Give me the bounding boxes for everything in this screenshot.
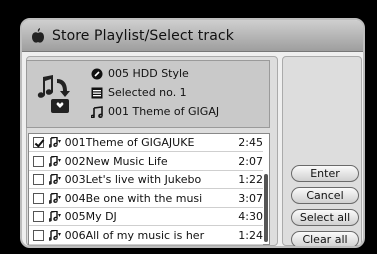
track-duration: 1:22 — [238, 173, 263, 186]
button-panel: Enter Cancel Select all Clear all — [282, 56, 362, 246]
track-number: 001 — [64, 136, 86, 149]
select-all-button[interactable]: Select all — [291, 209, 359, 226]
title-bar: Store Playlist/Select track — [22, 20, 363, 52]
track-list[interactable]: 001 Theme of GIGAJUKE 2:45 002 New Music Lif… — [28, 133, 270, 245]
track-row[interactable]: 003 Let's live with Jukebo 1:22 — [29, 171, 263, 189]
track-duration: 3:07 — [238, 191, 263, 205]
selected-count-line: Selected no. 1 — [91, 86, 187, 99]
track-row[interactable]: 006 All of my music is her 1:24 — [29, 226, 263, 245]
dialog-title: Store Playlist/Select track — [52, 27, 234, 44]
clear-all-button[interactable]: Clear all — [291, 231, 359, 246]
music-note-icon — [48, 137, 61, 149]
track-name: My DJ — [85, 210, 117, 223]
track-duration: 2:07 — [238, 154, 263, 168]
track-checkbox[interactable] — [33, 229, 44, 241]
music-note-icon — [48, 155, 61, 167]
track-row[interactable]: 002 New Music Life 2:07 — [29, 152, 263, 171]
track-checkbox[interactable] — [33, 211, 44, 222]
track-checkbox[interactable] — [33, 137, 44, 148]
track-checkbox[interactable] — [33, 155, 44, 167]
track-name: Be one with the musi — [85, 191, 203, 205]
playlist-name-line: 005 HDD Style — [91, 67, 189, 80]
disc-icon — [91, 68, 103, 80]
track-name: Theme of GIGAJUKE — [85, 136, 195, 149]
track-row[interactable]: 004 Be one with the musi 3:07 — [29, 189, 263, 208]
track-number: 002 — [64, 154, 86, 168]
apple-icon — [30, 27, 46, 45]
playlist-name: 005 HDD Style — [108, 67, 189, 80]
track-number: 006 — [64, 228, 86, 242]
list-icon — [91, 87, 103, 99]
music-note-icon — [91, 105, 103, 118]
selected-count: Selected no. 1 — [108, 86, 187, 99]
track-row[interactable]: 001 Theme of GIGAJUKE 2:45 — [29, 134, 263, 152]
music-note-icon — [48, 229, 61, 241]
current-track-line: 001 Theme of GIGAJ — [91, 105, 219, 118]
track-name: Let's live with Jukebo — [85, 173, 202, 186]
current-track: 001 Theme of GIGAJ — [108, 105, 220, 118]
track-name: New Music Life — [85, 154, 168, 168]
track-number: 005 — [64, 210, 86, 223]
music-note-icon — [48, 174, 61, 186]
track-duration: 4:30 — [238, 210, 263, 223]
track-name: All of my music is her — [85, 228, 205, 242]
track-duration: 1:24 — [238, 228, 263, 242]
track-number: 004 — [64, 191, 86, 205]
track-number: 003 — [64, 173, 86, 186]
cancel-button[interactable]: Cancel — [291, 187, 359, 204]
track-checkbox[interactable] — [33, 192, 44, 204]
scrollbar[interactable] — [264, 174, 268, 242]
track-duration: 2:45 — [238, 136, 263, 149]
track-row[interactable]: 005 My DJ 4:30 — [29, 208, 263, 226]
track-checkbox[interactable] — [33, 174, 44, 185]
music-folder-icon — [37, 71, 73, 115]
store-playlist-dialog: Store Playlist/Select track 005 HDD Styl… — [20, 18, 365, 248]
music-note-icon — [48, 211, 61, 223]
playlist-info-panel: 005 HDD Style Selected no. 1 001 Theme o… — [26, 60, 270, 128]
music-note-icon — [48, 192, 61, 204]
enter-button[interactable]: Enter — [291, 165, 359, 182]
